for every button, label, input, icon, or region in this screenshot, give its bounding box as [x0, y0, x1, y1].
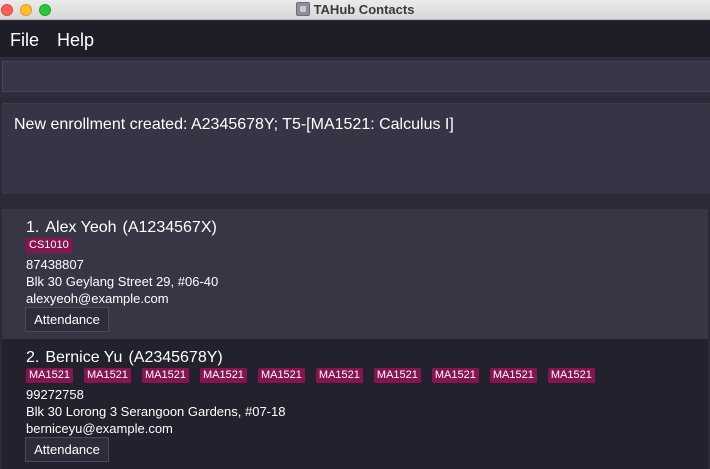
tag-badge: CS1010 [26, 238, 72, 253]
window-title-bar: TAHub Contacts [0, 0, 710, 20]
attendance-button[interactable]: Attendance [25, 437, 109, 462]
result-display-area: New enrollment created: A2345678Y; T5-[M… [0, 97, 710, 201]
menu-help[interactable]: Help [57, 30, 94, 51]
person-address: Blk 30 Lorong 3 Serangoon Gardens, #07-1… [26, 404, 286, 419]
tag-badge: MA1521 [257, 368, 305, 383]
person-phone: 87438807 [26, 257, 84, 272]
window-title-text: TAHub Contacts [313, 2, 415, 17]
window-title: TAHub Contacts [0, 2, 710, 17]
person-student-id: (A2345678Y) [128, 349, 223, 366]
tag-badge: MA1521 [431, 368, 479, 383]
person-card[interactable]: 2. Bernice Yu (A2345678Y) MA1521 MA1521 MA… [2, 339, 708, 469]
person-email: alexyeoh@example.com [26, 291, 169, 306]
command-box-area [0, 57, 710, 97]
result-message: New enrollment created: A2345678Y; T5-[M… [14, 116, 454, 133]
person-header: 2. Bernice Yu (A2345678Y) [26, 349, 223, 367]
tag-badge: MA1521 [83, 368, 131, 383]
tag-badge: MA1521 [26, 368, 73, 383]
attendance-button[interactable]: Attendance [25, 307, 109, 332]
person-index: 2. [26, 349, 40, 366]
person-tags: MA1521 MA1521 MA1521 MA1521 MA1521 MA152… [26, 368, 595, 383]
tag-badge: MA1521 [141, 368, 189, 383]
person-name: Alex Yeoh [45, 219, 117, 236]
person-index: 1. [26, 219, 40, 236]
tag-badge: MA1521 [199, 368, 247, 383]
person-card[interactable]: 1. Alex Yeoh (A1234567X) CS1010 87438807 B… [2, 209, 708, 339]
tag-badge: MA1521 [315, 368, 363, 383]
menu-bar: File Help [0, 21, 710, 57]
tag-badge: MA1521 [547, 368, 595, 383]
person-phone: 99272758 [26, 387, 84, 402]
menu-file[interactable]: File [10, 30, 39, 51]
person-list[interactable]: 1. Alex Yeoh (A1234567X) CS1010 87438807 B… [2, 209, 708, 469]
app-icon [295, 2, 310, 16]
tag-badge: MA1521 [489, 368, 537, 383]
tag-badge: MA1521 [373, 368, 421, 383]
person-list-panel: 1. Alex Yeoh (A1234567X) CS1010 87438807 B… [0, 201, 710, 469]
person-name: Bernice Yu [45, 349, 123, 366]
person-header: 1. Alex Yeoh (A1234567X) [26, 219, 217, 237]
result-display: New enrollment created: A2345678Y; T5-[M… [2, 103, 710, 194]
person-email: berniceyu@example.com [26, 421, 173, 436]
command-input[interactable] [2, 61, 710, 92]
person-address: Blk 30 Geylang Street 29, #06-40 [26, 274, 219, 289]
person-tags: CS1010 [26, 238, 72, 253]
person-student-id: (A1234567X) [122, 219, 217, 236]
